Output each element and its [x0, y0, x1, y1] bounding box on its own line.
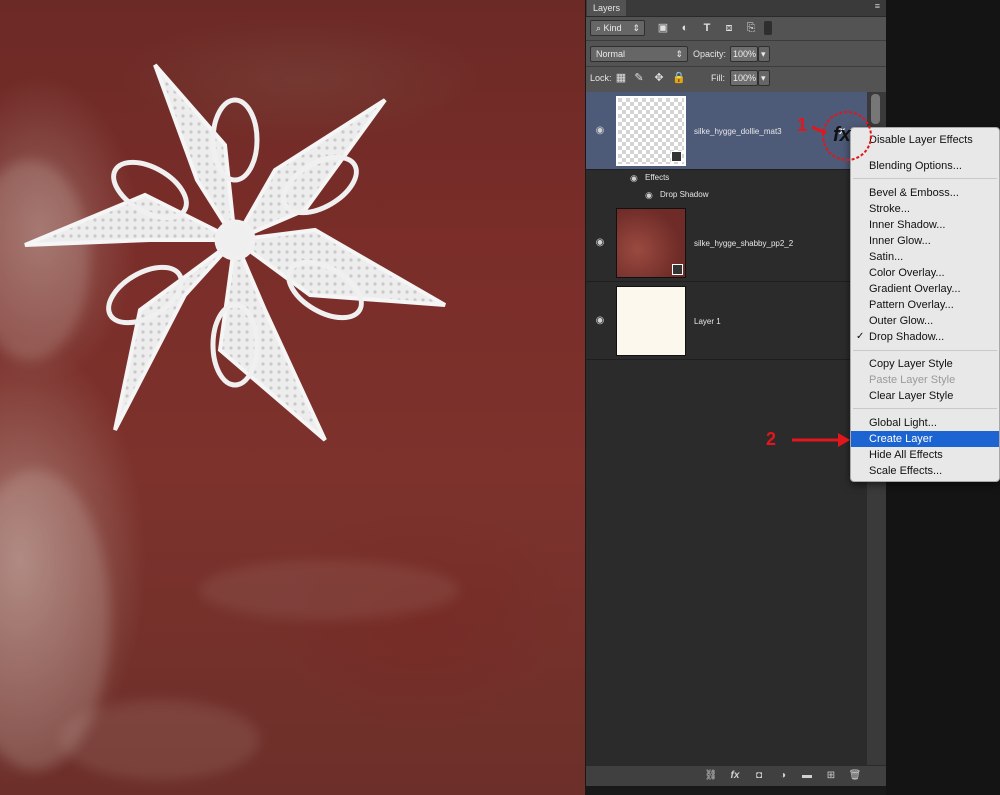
lock-transparent-icon[interactable]: ▦	[614, 71, 628, 85]
add-layer-style-icon[interactable]: fx	[728, 769, 742, 783]
divider	[586, 66, 886, 67]
menu-item-satin[interactable]: Satin...	[851, 249, 999, 265]
menu-separator	[853, 350, 997, 351]
visibility-eye-icon[interactable]: ◉	[594, 316, 606, 326]
filter-toggle-icon[interactable]	[764, 21, 772, 35]
link-layers-icon[interactable]: ⛓	[704, 769, 718, 783]
annotation-step-2: 2	[766, 429, 777, 449]
image-filter-icon[interactable]: ▣	[656, 21, 670, 35]
lock-label: Lock:	[590, 73, 612, 83]
layer-name[interactable]: silke_hygge_dollie_mat3	[694, 127, 782, 136]
layer-effects-group: ◉ Effects ◉ Drop Shadow	[586, 170, 867, 205]
opacity-label: Opacity:	[693, 49, 727, 59]
menu-item-clear-layer-style[interactable]: Clear Layer Style	[851, 388, 999, 404]
lock-all-icon[interactable]: 🔒	[672, 71, 686, 85]
document-canvas[interactable]	[0, 0, 585, 795]
layers-list[interactable]: ◉ silke_hygge_dollie_mat3 fx ◉ Effects ◉…	[586, 92, 867, 765]
new-adjustment-layer-icon[interactable]: ◑	[776, 769, 790, 783]
menu-item-inner-glow[interactable]: Inner Glow...	[851, 233, 999, 249]
visibility-eye-icon[interactable]: ◉	[594, 126, 606, 136]
divider	[586, 40, 886, 41]
add-mask-icon[interactable]: ◘	[752, 769, 766, 783]
smart-object-filter-icon[interactable]: ⎘	[744, 21, 758, 35]
chevron-updown-icon: ⇕	[632, 23, 640, 33]
menu-item-create-layer[interactable]: Create Layer	[851, 431, 999, 447]
visibility-eye-icon[interactable]: ◉	[594, 238, 606, 248]
smart-object-badge-icon	[671, 151, 682, 162]
doily-image	[24, 63, 446, 442]
type-filter-icon[interactable]: T	[700, 21, 714, 35]
fill-slider-toggle[interactable]: ▾	[758, 70, 770, 86]
menu-separator	[853, 178, 997, 179]
layer-thumbnail	[616, 208, 686, 278]
opacity-slider-toggle[interactable]: ▾	[758, 46, 770, 62]
adjustment-filter-icon[interactable]: ◐	[678, 21, 692, 35]
opacity-input[interactable]: 100%	[730, 46, 758, 62]
search-icon: ⌕	[596, 23, 604, 33]
lock-pixels-icon[interactable]: ✎	[632, 71, 646, 85]
blend-mode-value: Normal	[596, 49, 626, 59]
checkmark-icon: ✓	[856, 331, 865, 342]
panel-menu-icon[interactable]: ≡	[875, 1, 880, 11]
effect-item-drop-shadow[interactable]: Drop Shadow	[660, 190, 708, 199]
visibility-eye-icon[interactable]: ◉	[645, 190, 653, 201]
menu-item-paste-layer-style: Paste Layer Style	[869, 374, 956, 386]
panel-tab-bar: Layers ≡	[586, 0, 886, 17]
texture-streak	[200, 560, 460, 620]
menu-item-label: Drop Shadow...	[869, 331, 945, 343]
fill-label: Fill:	[711, 73, 725, 83]
layer-row-layer1[interactable]: ◉ Layer 1	[586, 282, 867, 360]
layer-thumbnail	[616, 286, 686, 356]
new-group-icon[interactable]: ▬	[800, 769, 814, 783]
layer-name[interactable]: Layer 1	[694, 317, 721, 326]
texture-streak	[60, 700, 260, 780]
chevron-updown-icon: ⇕	[675, 49, 683, 59]
menu-item-stroke[interactable]: Stroke...	[851, 201, 999, 217]
delete-layer-icon[interactable]: 🗑	[848, 769, 862, 783]
effects-label[interactable]: Effects	[645, 173, 669, 182]
fx-badge-icon: fx	[833, 124, 851, 146]
menu-item-outer-glow[interactable]: Outer Glow...	[851, 313, 999, 329]
shape-filter-icon[interactable]: ⧈	[722, 21, 736, 35]
layer-name[interactable]: silke_hygge_shabby_pp2_2	[694, 239, 793, 248]
smart-object-badge-icon	[672, 264, 683, 275]
filter-kind-label: Kind	[603, 23, 622, 33]
menu-item-drop-shadow[interactable]: ✓ Drop Shadow...	[851, 329, 999, 345]
menu-item-pattern-overlay[interactable]: Pattern Overlay...	[851, 297, 999, 313]
layer-thumbnail	[616, 96, 686, 166]
fill-input[interactable]: 100%	[730, 70, 758, 86]
visibility-eye-icon[interactable]: ◉	[630, 173, 638, 184]
layer-style-context-menu: Disable Layer Effects Blending Options..…	[850, 127, 1000, 482]
menu-item-color-overlay[interactable]: Color Overlay...	[851, 265, 999, 281]
new-layer-icon[interactable]: ⊞	[824, 769, 838, 783]
menu-item-inner-shadow[interactable]: Inner Shadow...	[851, 217, 999, 233]
menu-item-gradient-overlay[interactable]: Gradient Overlay...	[851, 281, 999, 297]
menu-item-copy-layer-style[interactable]: Copy Layer Style	[851, 356, 999, 372]
annotation-arrow-icon	[792, 433, 850, 447]
lock-position-icon[interactable]: ✥	[652, 71, 666, 85]
menu-separator	[853, 408, 997, 409]
menu-item-bevel-emboss[interactable]: Bevel & Emboss...	[851, 185, 999, 201]
menu-item-hide-all-effects[interactable]: Hide All Effects	[851, 447, 999, 463]
menu-item-global-light[interactable]: Global Light...	[851, 415, 999, 431]
tab-layers[interactable]: Layers	[587, 0, 627, 16]
filter-kind-dropdown[interactable]: ⌕ Kind ⇕	[590, 20, 645, 36]
menu-item-scale-effects[interactable]: Scale Effects...	[851, 463, 999, 479]
blend-mode-dropdown[interactable]: Normal ⇕	[590, 46, 688, 62]
panel-bottom-bar: ⛓ fx ◘ ◑ ▬ ⊞ 🗑	[586, 765, 886, 786]
layer-row-paper[interactable]: ◉ silke_hygge_shabby_pp2_2	[586, 204, 867, 282]
